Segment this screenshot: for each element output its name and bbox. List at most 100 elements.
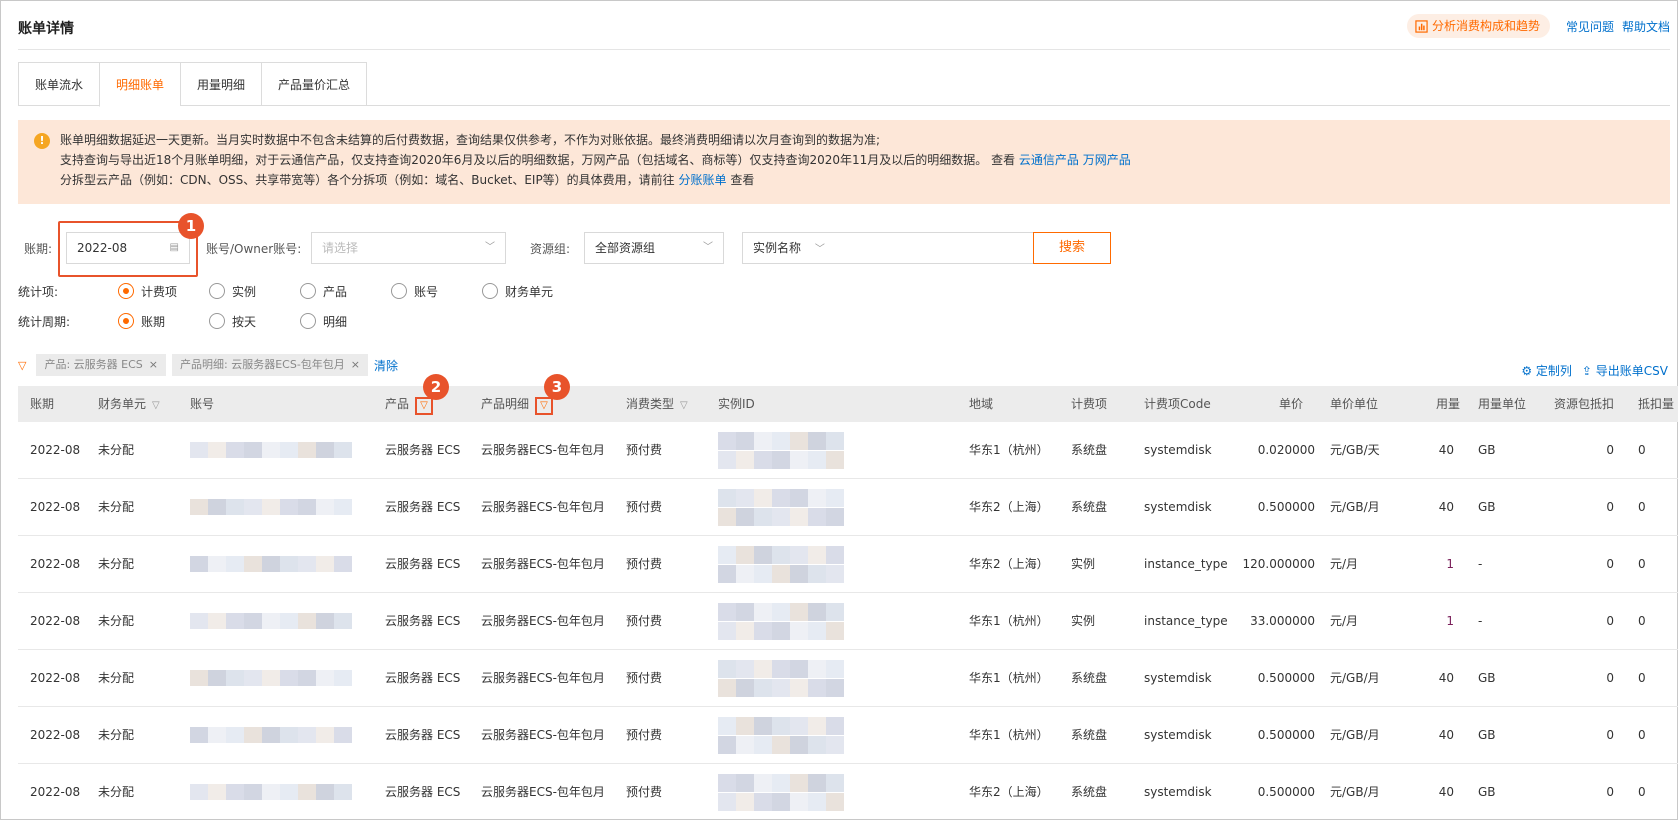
cell-unit: 未分配 — [98, 557, 135, 571]
cell-period: 2022-08 — [30, 557, 81, 571]
cell-period: 2022-08 — [30, 728, 81, 742]
cell-price-unit: 元/月 — [1330, 557, 1359, 571]
stat-item-radio-billing-item[interactable]: 计费项 — [118, 283, 209, 300]
wanwang-link[interactable]: 万网产品 — [1083, 153, 1131, 167]
cell-period: 2022-08 — [30, 785, 81, 799]
cell-usage-unit: - — [1478, 557, 1483, 571]
stat-item-radio-finance-unit[interactable]: 财务单元 — [482, 283, 573, 300]
tab-usage-detail[interactable]: 用量明细 — [180, 62, 262, 106]
cell-region: 华东1（杭州） — [969, 614, 1049, 628]
cell-price: 0.500000 — [1257, 785, 1315, 799]
cell-price-unit: 元/GB/月 — [1330, 728, 1380, 742]
filter-icon[interactable]: ▽ — [415, 397, 434, 415]
table-row[interactable]: 2022-08 未分配 云服务器 ECS 云服务器ECS-包年包月 预付费 华东2（上海）… — [18, 764, 1678, 820]
redacted-instance-id — [718, 660, 858, 698]
col-label: 产品 — [385, 397, 410, 411]
redacted-instance-id — [718, 546, 858, 584]
cell-res-pkg: 0 — [1606, 671, 1614, 685]
cell-detail: 云服务器ECS-包年包月 — [481, 728, 605, 742]
redacted-account — [190, 727, 366, 745]
table-row[interactable]: 2022-08 未分配 云服务器 ECS 云服务器ECS-包年包月 预付费 华东1（杭州）… — [18, 422, 1678, 479]
export-csv-button[interactable]: ⇪ 导出账单CSV — [1582, 362, 1668, 379]
stat-item-radio-product[interactable]: 产品 — [300, 283, 391, 300]
analyze-consumption-button[interactable]: 分析消费构成和趋势 — [1406, 14, 1550, 38]
cell-region: 华东1（杭州） — [969, 443, 1049, 457]
search-button[interactable]: 搜索 — [1033, 232, 1111, 264]
help-doc-link[interactable]: 帮助文档 — [1622, 18, 1670, 35]
cell-unit: 未分配 — [98, 500, 135, 514]
stat-item-radio-instance[interactable]: 实例 — [209, 283, 300, 300]
col-label: 产品明细 — [481, 397, 530, 411]
table-row[interactable]: 2022-08 未分配 云服务器 ECS 云服务器ECS-包年包月 预付费 华东1（杭州）… — [18, 650, 1678, 707]
filter-chip-product-detail[interactable]: 产品明细: 云服务器ECS-包年包月 × — [172, 354, 369, 376]
tab-detail-bill[interactable]: 明细账单 — [99, 62, 181, 107]
stat-period-row: 统计周期: 账期 按天 明细 — [18, 310, 391, 332]
stat-period-radio-detail[interactable]: 明细 — [300, 313, 391, 330]
clear-filters-link[interactable]: 清除 — [374, 357, 398, 374]
bar-chart-icon — [1415, 19, 1428, 33]
resgroup-select[interactable]: 全部资源组 ﹀ — [584, 232, 724, 264]
cell-usage: 1 — [1446, 614, 1454, 628]
cell-usage: 40 — [1438, 671, 1454, 685]
cell-detail: 云服务器ECS-包年包月 — [481, 443, 605, 457]
cell-unit: 未分配 — [98, 671, 135, 685]
cell-res-pkg: 0 — [1606, 443, 1614, 457]
filter-icon[interactable]: ▽ — [535, 397, 554, 415]
cell-unit: 未分配 — [98, 728, 135, 742]
cell-product: 云服务器 ECS — [385, 614, 461, 628]
cell-deduct: 0 — [1638, 557, 1646, 571]
customize-label: 定制列 — [1535, 364, 1572, 378]
filter-chip-product[interactable]: 产品: 云服务器 ECS × — [36, 354, 166, 376]
cell-unit: 未分配 — [98, 785, 135, 799]
notice-line-3-end: 查看 — [730, 173, 755, 187]
analyze-label: 分析消费构成和趋势 — [1431, 19, 1540, 33]
period-label: 账期: — [24, 242, 53, 256]
cloud-comm-link[interactable]: 云通信产品 — [1019, 153, 1079, 167]
tab-product-price-summary[interactable]: 产品量价汇总 — [261, 62, 368, 106]
notice-line-3: 分拆型云产品（例如：CDN、OSS、共享带宽等）各个分拆项（例如：域名、Buck… — [60, 170, 1670, 190]
annotation-box-period — [58, 221, 198, 277]
account-placeholder: 请选择 — [322, 241, 359, 255]
customize-columns-button[interactable]: ⚙ 定制列 — [1521, 362, 1572, 379]
account-select[interactable]: 请选择 ﹀ — [311, 232, 506, 264]
col-header-product-detail: 产品明细 ▽ — [481, 386, 554, 422]
stat-period-radio-billing-cycle[interactable]: 账期 — [118, 313, 209, 330]
table-row[interactable]: 2022-08 未分配 云服务器 ECS 云服务器ECS-包年包月 预付费 华东1（杭州）… — [18, 707, 1678, 764]
tab-bill-flow[interactable]: 账单流水 — [18, 62, 100, 106]
faq-link[interactable]: 常见问题 — [1566, 18, 1614, 35]
cell-detail: 云服务器ECS-包年包月 — [481, 614, 605, 628]
cell-res-pkg: 0 — [1606, 785, 1614, 799]
instance-type-select[interactable]: 实例名称 — [753, 241, 801, 255]
instance-search-input[interactable]: 实例名称 ﹀ — [742, 232, 1042, 264]
notice-line-3-text: 分拆型云产品（例如：CDN、OSS、共享带宽等）各个分拆项（例如：域名、Buck… — [60, 173, 675, 187]
split-bill-link[interactable]: 分账账单 — [679, 173, 727, 187]
stat-item-radio-account[interactable]: 账号 — [391, 283, 482, 300]
cell-price-unit: 元/GB/月 — [1330, 671, 1380, 685]
notice-banner: ! 账单明细数据延迟一天更新。当月实时数据中不包含未结算的后付费数据，查询结果仅… — [18, 120, 1670, 204]
table-row[interactable]: 2022-08 未分配 云服务器 ECS 云服务器ECS-包年包月 预付费 华东2（上海）… — [18, 536, 1678, 593]
cell-res-pkg: 0 — [1606, 728, 1614, 742]
cell-product: 云服务器 ECS — [385, 785, 461, 799]
stat-period-radio-daily[interactable]: 按天 — [209, 313, 300, 330]
cell-res-pkg: 0 — [1606, 614, 1614, 628]
cell-region: 华东2（上海） — [969, 785, 1049, 799]
stat-period-label: 统计周期: — [18, 314, 71, 329]
table-row[interactable]: 2022-08 未分配 云服务器 ECS 云服务器ECS-包年包月 预付费 华东2（上海）… — [18, 479, 1678, 536]
cell-deduct: 0 — [1638, 728, 1646, 742]
annotation-marker-2: 2 — [423, 374, 449, 400]
table-row[interactable]: 2022-08 未分配 云服务器 ECS 云服务器ECS-包年包月 预付费 华东1（杭州）… — [18, 593, 1678, 650]
radio-label: 计费项 — [141, 284, 178, 299]
radio-label: 财务单元 — [505, 284, 554, 299]
close-icon[interactable]: × — [351, 354, 360, 376]
gear-icon: ⚙ — [1521, 364, 1536, 378]
close-icon[interactable]: × — [149, 354, 158, 376]
cell-res-pkg: 0 — [1606, 557, 1614, 571]
redacted-account — [190, 442, 366, 460]
cell-unit: 未分配 — [98, 443, 135, 457]
filter-icon[interactable]: ▽ — [152, 400, 160, 411]
cell-item: 实例 — [1071, 557, 1096, 571]
radio-label: 账号 — [414, 284, 439, 299]
redacted-instance-id — [718, 717, 858, 755]
filter-icon[interactable]: ▽ — [680, 400, 688, 411]
cell-region: 华东2（上海） — [969, 500, 1049, 514]
